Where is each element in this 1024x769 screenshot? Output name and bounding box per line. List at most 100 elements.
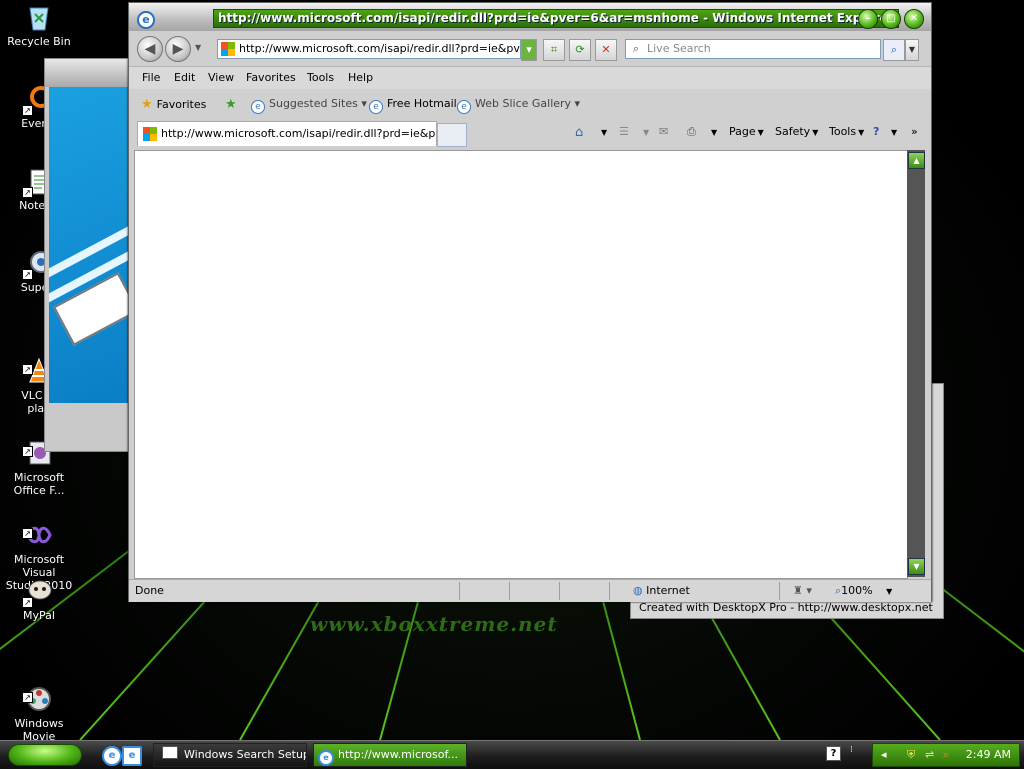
search-tray-icon[interactable]: ⌕ bbox=[943, 744, 949, 766]
print-icon[interactable]: ⎙ bbox=[687, 125, 696, 139]
shortcut-arrow-icon: ↗ bbox=[22, 597, 33, 608]
safety-menu-label: Safety bbox=[775, 125, 811, 138]
menu-bar: File Edit View Favorites Tools Help bbox=[129, 66, 931, 90]
window-title: http://www.microsoft.com/isapi/redir.dll… bbox=[213, 9, 899, 28]
home-icon[interactable]: ⌂ bbox=[575, 125, 583, 140]
wallpaper-watermark: www.xboxxtreme.net bbox=[310, 612, 558, 636]
menu-file[interactable]: File bbox=[142, 71, 160, 84]
fav-link-free-hotmail[interactable]: e Free Hotmail bbox=[369, 97, 457, 114]
forward-button[interactable]: ▶ bbox=[165, 36, 191, 62]
address-dropdown-button[interactable]: ▾ bbox=[521, 39, 537, 61]
security-zone[interactable]: ◍ Internet bbox=[633, 584, 690, 597]
taskbar-item-windows-search-setup[interactable]: Windows Search Setup bbox=[153, 743, 307, 767]
print-dropdown[interactable]: ▼ bbox=[709, 125, 717, 138]
scroll-up-arrow-icon[interactable]: ▲ bbox=[908, 152, 925, 169]
scroll-down-arrow-icon[interactable]: ▼ bbox=[908, 558, 925, 575]
tools-menu-label: Tools bbox=[829, 125, 857, 138]
address-bar[interactable]: http://www.microsoft.com/isapi/redir.dll… bbox=[217, 39, 521, 59]
favorites-button[interactable]: ★ Favorites bbox=[141, 97, 206, 112]
safety-menu[interactable]: Safety ▼ bbox=[775, 125, 818, 138]
fav-link-label: Free Hotmail bbox=[387, 97, 457, 110]
page-menu[interactable]: Page ▼ bbox=[729, 125, 764, 138]
background-window-titlebar[interactable] bbox=[45, 59, 137, 87]
zoom-control[interactable]: ⌕100% ▼ bbox=[835, 584, 892, 598]
security-shield-icon[interactable]: ⛨ bbox=[907, 744, 915, 766]
stop-button[interactable]: ✕ bbox=[595, 39, 617, 61]
help-icon[interactable]: ? bbox=[873, 125, 879, 138]
system-tray: ◂ ⛨ ⇌ ⌕ 2:49 AM bbox=[872, 743, 1020, 767]
add-to-favorites-bar-button[interactable]: ★ bbox=[225, 97, 241, 112]
refresh-button[interactable]: ⟳ bbox=[569, 39, 591, 61]
ie-task-icon: e bbox=[318, 750, 334, 766]
vertical-scrollbar[interactable]: ▲ ▼ bbox=[907, 150, 925, 577]
search-placeholder: Live Search bbox=[647, 42, 711, 55]
back-button[interactable]: ◀ bbox=[137, 36, 163, 62]
recent-pages-dropdown-icon[interactable]: ▼ bbox=[195, 43, 201, 52]
menu-favorites[interactable]: Favorites bbox=[246, 71, 296, 84]
tray-arrow-icon[interactable]: ◂ bbox=[881, 744, 887, 766]
background-setup-window[interactable] bbox=[44, 58, 138, 452]
zoom-dropdown-icon: ▼ bbox=[886, 587, 893, 596]
help-dropdown[interactable]: ▼ bbox=[889, 125, 897, 138]
zoom-level: 100% bbox=[841, 584, 873, 597]
close-button[interactable]: ✕ bbox=[904, 9, 924, 29]
ie-page-icon: e bbox=[369, 100, 383, 114]
maximize-button[interactable]: □ bbox=[881, 9, 901, 29]
shortcut-arrow-icon: ↗ bbox=[22, 692, 33, 703]
ie-titlebar[interactable]: e http://www.microsoft.com/isapi/redir.d… bbox=[129, 3, 931, 31]
menu-view[interactable]: View bbox=[208, 71, 234, 84]
tab-row: http://www.microsoft.com/isapi/redir.dll… bbox=[129, 119, 931, 147]
page-content[interactable] bbox=[134, 150, 908, 579]
task-label: http://www.microsof... bbox=[338, 748, 459, 761]
search-go-button[interactable]: ⌕ bbox=[883, 39, 905, 61]
recycle-bin-icon bbox=[24, 2, 54, 32]
taskbar: e e Windows Search Setup e http://www.mic… bbox=[0, 740, 1024, 769]
minimize-button[interactable]: – bbox=[858, 9, 878, 29]
fav-link-web-slice-gallery[interactable]: e Web Slice Gallery ▾ bbox=[457, 97, 580, 114]
menu-edit[interactable]: Edit bbox=[174, 71, 195, 84]
more-commands-icon[interactable]: » bbox=[911, 125, 918, 138]
quicklaunch-ie-icon[interactable]: e bbox=[102, 746, 122, 766]
shortcut-arrow-icon: ↗ bbox=[22, 364, 33, 375]
new-tab-button[interactable] bbox=[437, 123, 467, 147]
shortcut-arrow-icon: ↗ bbox=[22, 105, 33, 116]
favorites-bar: ★ Favorites ★ e Suggested Sites ▾ e Free Ho… bbox=[129, 89, 931, 119]
tray-expand-icon[interactable]: ⁞ bbox=[850, 745, 853, 755]
desktop-icon-label: MyPal bbox=[23, 609, 55, 622]
desktopx-credit: Created with DesktopX Pro - http://www.d… bbox=[639, 601, 933, 614]
tools-menu[interactable]: Tools ▼ bbox=[829, 125, 864, 138]
fav-link-suggested-sites[interactable]: e Suggested Sites ▾ bbox=[251, 97, 367, 114]
feeds-dropdown[interactable]: ▼ bbox=[641, 125, 649, 138]
mypal-icon: ↗ bbox=[22, 576, 54, 608]
start-button[interactable] bbox=[8, 744, 82, 766]
window-icon bbox=[162, 746, 178, 759]
ie-page-icon: e bbox=[457, 100, 471, 114]
search-options-dropdown[interactable]: ▼ bbox=[905, 39, 919, 61]
setup-banner-image bbox=[49, 87, 137, 403]
shortcut-arrow-icon: ↗ bbox=[22, 528, 33, 539]
quicklaunch-ie-alt-icon[interactable]: e bbox=[122, 746, 142, 766]
fav-link-label: Suggested Sites bbox=[269, 97, 358, 110]
desktop-icon-recycle-bin[interactable]: Recycle Bin bbox=[0, 2, 78, 48]
protected-mode-icon[interactable]: ♜ ▾ bbox=[793, 584, 812, 597]
search-icon: ⌕ bbox=[632, 42, 640, 55]
search-input[interactable]: ⌕ Live Search bbox=[625, 39, 881, 59]
menu-tools[interactable]: Tools bbox=[307, 71, 334, 84]
desktop-icon-mypal[interactable]: ↗ MyPal bbox=[0, 576, 78, 622]
ie-window[interactable]: e http://www.microsoft.com/isapi/redir.d… bbox=[128, 2, 932, 602]
tab-active[interactable]: http://www.microsoft.com/isapi/redir.dll… bbox=[137, 121, 437, 146]
shortcut-arrow-icon: ↗ bbox=[22, 269, 33, 280]
menu-help[interactable]: Help bbox=[348, 71, 373, 84]
compatibility-view-icon[interactable]: ⌗ bbox=[543, 39, 565, 61]
help-tray-icon[interactable]: ? bbox=[826, 746, 841, 761]
read-mail-icon[interactable]: ✉ bbox=[659, 125, 668, 138]
feeds-icon[interactable]: ☰ bbox=[619, 125, 629, 138]
network-icon[interactable]: ⇌ bbox=[925, 744, 934, 766]
taskbar-item-ie[interactable]: e http://www.microsof... bbox=[313, 743, 467, 767]
desktop-icon-label: Recycle Bin bbox=[7, 35, 71, 48]
ie-page-icon: e bbox=[251, 100, 265, 114]
home-dropdown[interactable]: ▼ bbox=[599, 125, 607, 138]
shortcut-arrow-icon: ↗ bbox=[22, 187, 33, 198]
microsoft-favicon bbox=[221, 42, 235, 56]
clock[interactable]: 2:49 AM bbox=[966, 744, 1011, 766]
